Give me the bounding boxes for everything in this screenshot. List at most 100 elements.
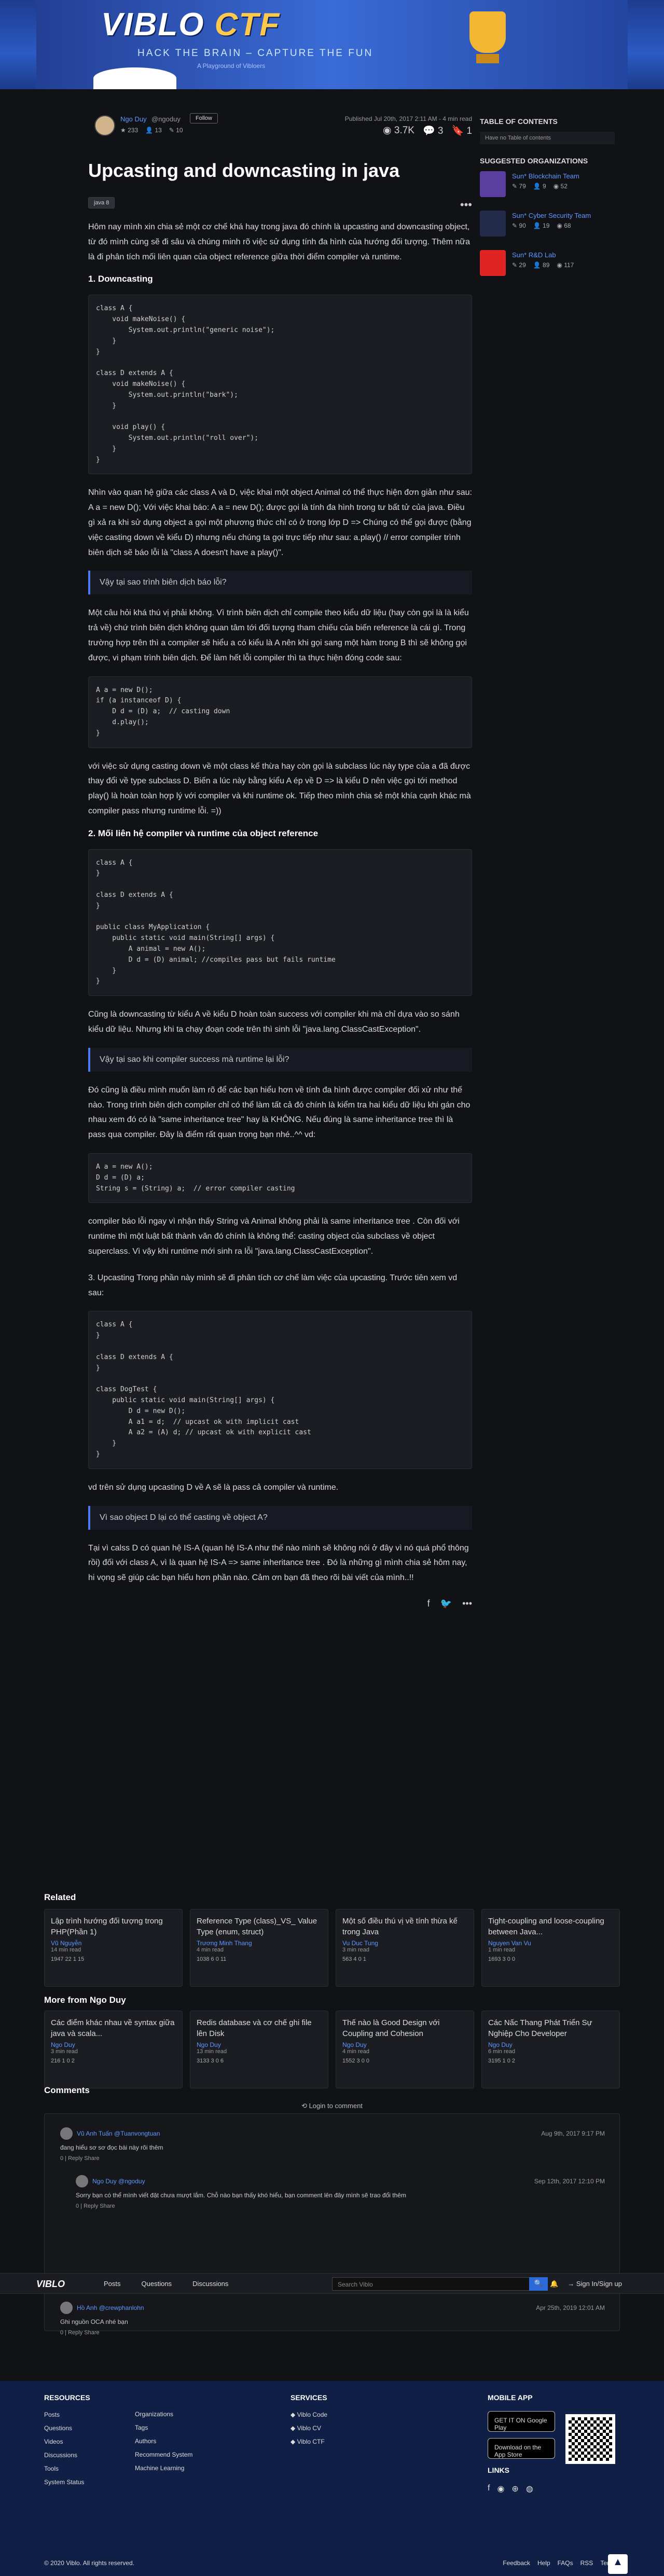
published-date: Published Jul 20th, 2017 2:11 AM - 4 min… bbox=[344, 115, 472, 122]
code-block-3: class A { } class D extends A { } public… bbox=[88, 849, 472, 996]
more-card[interactable]: Redis database và cơ chế ghi file lên Di… bbox=[190, 2011, 328, 2088]
paragraph-9: vd trên sử dụng upcasting D về A sẽ là p… bbox=[88, 1483, 339, 1492]
code-block-1: class A { void makeNoise() { System.out.… bbox=[88, 295, 472, 475]
comment-actions[interactable]: 0 | Reply Share bbox=[60, 2155, 605, 2162]
org-logo bbox=[480, 250, 506, 276]
share-row: f 🐦 ••• bbox=[88, 1598, 472, 1609]
org-stats: ✎ 29 👤 89 ◉ 117 bbox=[512, 261, 574, 269]
globe-icon: ⊕ bbox=[511, 2485, 519, 2494]
more-card[interactable]: Các điểm khác nhau về syntax giữa java v… bbox=[44, 2011, 183, 2088]
code-block-4: A a = new A(); D d = (D) a; String s = (… bbox=[88, 1153, 472, 1203]
comment-item: Hồ Anh @crewphanlohn Apr 25th, 2019 12:01… bbox=[60, 2302, 605, 2336]
org-stats: ✎ 90 👤 19 ◉ 68 bbox=[512, 222, 571, 229]
more-share-icon[interactable]: ••• bbox=[462, 1598, 472, 1609]
footer: RESOURCES Posts Questions Videos Discuss… bbox=[0, 2381, 664, 2576]
author-handle: @ngoduy bbox=[151, 115, 181, 123]
footer-mobile: MOBILE APP GET IT ON Google Play Downloa… bbox=[488, 2393, 555, 2500]
rss-icon: ◍ bbox=[525, 2485, 533, 2494]
paragraph-6: Đó cũng là điều mình muốn làm rõ để các … bbox=[88, 1085, 471, 1140]
viblo-logo[interactable]: VIBLO bbox=[36, 2279, 65, 2290]
comment-reply: Ngo Duy @ngoduy Sep 12th, 2017 12:10 PM S… bbox=[76, 2175, 605, 2209]
viblo-ctf-logo: VIBLO CTF bbox=[101, 7, 281, 43]
more-card[interactable]: Thế nào là Good Design với Coupling and … bbox=[336, 2011, 474, 2088]
commenter-avatar bbox=[60, 2127, 73, 2140]
login-to-comment-link[interactable]: ⟲ Login to comment bbox=[0, 2102, 664, 2110]
sidebar: TABLE OF CONTENTS Have no Table of conte… bbox=[480, 117, 615, 283]
code-block-2: A a = new D(); if (a instanceof D) { D d… bbox=[88, 676, 472, 748]
more-options-icon[interactable]: ••• bbox=[460, 198, 472, 212]
follow-button[interactable]: Follow bbox=[190, 113, 218, 123]
org-logo bbox=[480, 211, 506, 237]
search-icon[interactable]: 🔍 bbox=[529, 2277, 548, 2291]
social-links[interactable]: f ◉ ⊕ ◍ bbox=[488, 2484, 555, 2494]
comment-thread: Vũ Anh Tuấn @Tuanvongtuan Aug 9th, 2017 9… bbox=[44, 2113, 620, 2336]
intro-paragraph: Hôm nay mình xin chia sẻ một cơ chế khá … bbox=[88, 223, 470, 261]
org-item[interactable]: Sun* R&D Lab ✎ 29 👤 89 ◉ 117 bbox=[480, 249, 615, 283]
facebook-icon: f bbox=[488, 2484, 490, 2492]
author-stats: ★ 233 👤 13 ✎ 10 bbox=[120, 127, 183, 134]
comment-actions[interactable]: 0 | Reply Share bbox=[60, 2330, 605, 2336]
related-card[interactable]: Tight-coupling and loose-coupling betwee… bbox=[481, 1909, 620, 1987]
sign-in-link[interactable]: → Sign In/Sign up bbox=[568, 2280, 622, 2288]
qr-code bbox=[565, 2414, 615, 2464]
related-card[interactable]: Reference Type (class)_VS_ Value Type (e… bbox=[190, 1909, 328, 1987]
ctf-banner[interactable]: VIBLO CTF HACK THE BRAIN – CAPTURE THE F… bbox=[0, 0, 664, 89]
blockquote-3: Vì sao object D lại có thể casting về ob… bbox=[88, 1505, 472, 1530]
author-row: Ngo Duy @ngoduy Follow ★ 233 👤 13 ✎ 10 P… bbox=[88, 109, 472, 143]
nav-questions[interactable]: Questions bbox=[142, 2280, 172, 2288]
posts-stat: ✎ 10 bbox=[169, 127, 183, 134]
paragraph-10: Tại vì calss D có quan hệ IS-A (quan hệ … bbox=[88, 1543, 469, 1583]
facebook-icon[interactable]: f bbox=[427, 1598, 430, 1609]
paragraph-2: Nhìn vào quan hệ giữa các class A và D, … bbox=[88, 488, 472, 557]
related-card[interactable]: Một số điều thú vị về tính thừa kế trong… bbox=[336, 1909, 474, 1987]
app-store-button[interactable]: Download on the App Store bbox=[488, 2438, 555, 2459]
org-stats: ✎ 79 👤 9 ◉ 52 bbox=[512, 183, 568, 190]
post-tag[interactable]: java 8 bbox=[88, 197, 115, 209]
comments-title: Comments bbox=[44, 2085, 90, 2095]
back-to-top-button[interactable]: ▲ bbox=[608, 2554, 628, 2574]
github-icon: ◉ bbox=[497, 2485, 505, 2494]
org-logo bbox=[480, 171, 506, 197]
nav-icons: 🔔 → Sign In/Sign up bbox=[550, 2280, 622, 2288]
paragraph-8: 3. Upcasting Trong phần này mình sẽ đi p… bbox=[88, 1273, 458, 1297]
trophy-icon bbox=[469, 11, 506, 53]
blockquote-2: Vậy tại sao khi compiler success mà runt… bbox=[88, 1047, 472, 1072]
paragraph-5: Cũng là downcasting từ kiểu A về kiểu D … bbox=[88, 1010, 460, 1034]
more-cards: Các điểm khác nhau về syntax giữa java v… bbox=[44, 2011, 620, 2088]
post-title: Upcasting and downcasting in java bbox=[88, 160, 400, 181]
org-name[interactable]: Sun* Cyber Security Team bbox=[512, 212, 591, 219]
author-name[interactable]: Ngo Duy bbox=[120, 115, 147, 123]
google-play-button[interactable]: GET IT ON Google Play bbox=[488, 2411, 555, 2432]
search-input[interactable]: Search Viblo bbox=[332, 2277, 540, 2291]
comments-stat: 💬 3 bbox=[422, 126, 444, 136]
org-item[interactable]: Sun* Blockchain Team ✎ 79 👤 9 ◉ 52 bbox=[480, 170, 615, 204]
related-cards: Lập trình hướng đối tượng trong PHP(Phần… bbox=[44, 1909, 620, 1987]
notification-icon[interactable]: 🔔 bbox=[550, 2280, 558, 2288]
footer-services: SERVICES ◆ Viblo Code ◆ Viblo CV ◆ Viblo… bbox=[290, 2393, 328, 2445]
followers-stat: 👤 13 bbox=[145, 127, 162, 134]
more-card[interactable]: Các Nấc Thang Phát Triển Sự Nghiệp Cho D… bbox=[481, 2011, 620, 2088]
sticky-navbar: VIBLO Posts Questions Discussions Search… bbox=[0, 2273, 664, 2294]
views-stat: ◉ 3.7K bbox=[383, 125, 414, 136]
comment-actions[interactable]: 0 | Reply Share bbox=[76, 2203, 605, 2209]
related-card[interactable]: Lập trình hướng đối tượng trong PHP(Phần… bbox=[44, 1909, 183, 1987]
code-block-5: class A { } class D extends A { } class … bbox=[88, 1311, 472, 1469]
post-content: Ngo Duy @ngoduy Follow ★ 233 👤 13 ✎ 10 P… bbox=[88, 109, 472, 1609]
footer-bottom-links: Feedback Help FAQs RSS Terms bbox=[503, 2559, 617, 2567]
heading-compiler-runtime: 2. Mối liên hệ compiler và runtime của o… bbox=[88, 828, 319, 838]
post-stats: ◉ 3.7K 💬 3 🔖 1 bbox=[383, 124, 472, 137]
blockquote-1: Vậy tại sao trình biên dịch báo lỗi? bbox=[88, 571, 472, 595]
nav-posts[interactable]: Posts bbox=[104, 2280, 121, 2288]
nav-discussions[interactable]: Discussions bbox=[192, 2280, 228, 2288]
twitter-icon[interactable]: 🐦 bbox=[440, 1598, 452, 1609]
author-avatar[interactable] bbox=[94, 115, 115, 136]
org-item[interactable]: Sun* Cyber Security Team ✎ 90 👤 19 ◉ 68 bbox=[480, 210, 615, 244]
org-name[interactable]: Sun* Blockchain Team bbox=[512, 172, 579, 180]
nav-links: Posts Questions Discussions bbox=[104, 2280, 228, 2288]
footer-resources-2: Organizations Tags Authors Recommend Sys… bbox=[135, 2411, 193, 2472]
org-name[interactable]: Sun* R&D Lab bbox=[512, 251, 556, 259]
related-title: Related bbox=[44, 1892, 76, 1902]
clouds-illustration bbox=[93, 67, 176, 89]
paragraph-4: với việc sử dụng casting down về một cla… bbox=[88, 761, 471, 815]
toc-title: TABLE OF CONTENTS bbox=[480, 117, 558, 126]
